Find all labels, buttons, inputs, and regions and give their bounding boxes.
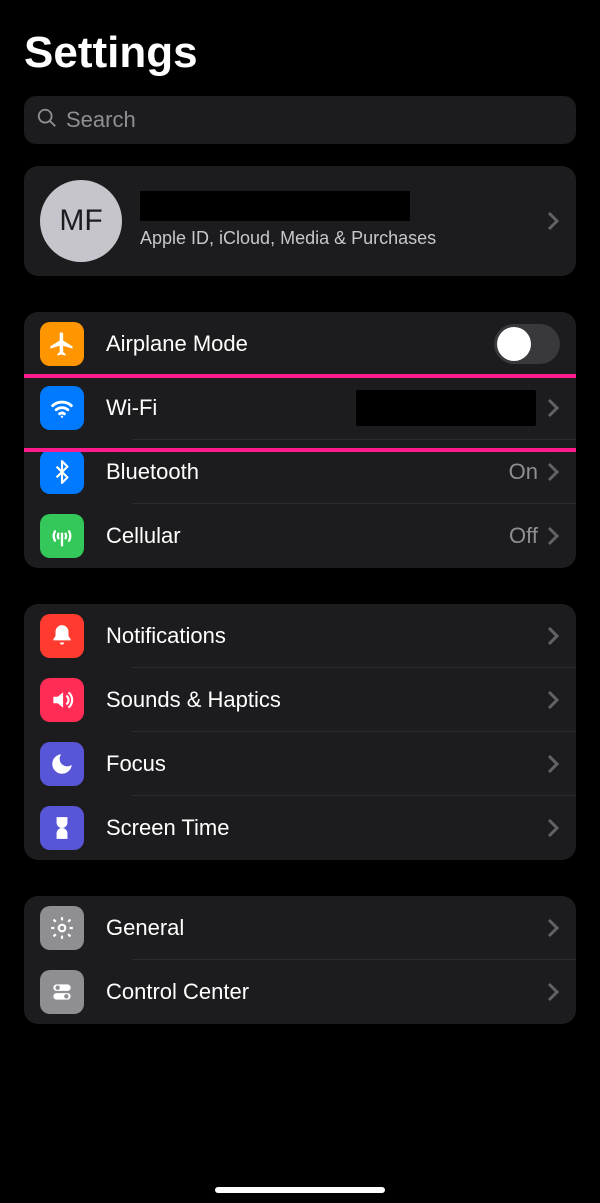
chevron-right-icon	[546, 917, 560, 939]
chevron-right-icon	[546, 689, 560, 711]
chevron-right-icon	[546, 753, 560, 775]
screentime-label: Screen Time	[106, 815, 546, 841]
search-icon	[36, 107, 58, 134]
control-center-label: Control Center	[106, 979, 546, 1005]
sounds-row[interactable]: Sounds & Haptics	[24, 668, 576, 732]
account-group: MF Apple ID, iCloud, Media & Purchases	[24, 166, 576, 276]
avatar: MF	[40, 180, 122, 262]
sounds-icon	[40, 678, 84, 722]
airplane-mode-label: Airplane Mode	[106, 331, 494, 357]
chevron-right-icon	[546, 210, 560, 232]
airplane-icon	[40, 322, 84, 366]
notifications-label: Notifications	[106, 623, 546, 649]
sounds-label: Sounds & Haptics	[106, 687, 546, 713]
chevron-right-icon	[546, 525, 560, 547]
general-icon	[40, 906, 84, 950]
control-center-icon	[40, 970, 84, 1014]
search-placeholder: Search	[66, 107, 136, 133]
airplane-mode-toggle[interactable]	[494, 324, 560, 364]
control-center-row[interactable]: Control Center	[24, 960, 576, 1024]
connectivity-group: Airplane Mode Wi-Fi Bluetooth On Cellula…	[24, 312, 576, 568]
account-subtitle: Apple ID, iCloud, Media & Purchases	[140, 227, 546, 250]
bluetooth-detail: On	[509, 459, 538, 485]
focus-label: Focus	[106, 751, 546, 777]
notifications-row[interactable]: Notifications	[24, 604, 576, 668]
chevron-right-icon	[546, 817, 560, 839]
cellular-row[interactable]: Cellular Off	[24, 504, 576, 568]
chevron-right-icon	[546, 625, 560, 647]
focus-row[interactable]: Focus	[24, 732, 576, 796]
screentime-row[interactable]: Screen Time	[24, 796, 576, 860]
cellular-icon	[40, 514, 84, 558]
bluetooth-row[interactable]: Bluetooth On	[24, 440, 576, 504]
wifi-icon	[40, 386, 84, 430]
account-name-redacted	[140, 191, 410, 221]
bluetooth-icon	[40, 450, 84, 494]
general-label: General	[106, 915, 546, 941]
home-indicator[interactable]	[215, 1187, 385, 1193]
apple-id-row[interactable]: MF Apple ID, iCloud, Media & Purchases	[24, 166, 576, 276]
wifi-label: Wi-Fi	[106, 395, 356, 421]
general-group: General Control Center	[24, 896, 576, 1024]
focus-icon	[40, 742, 84, 786]
general-row[interactable]: General	[24, 896, 576, 960]
cellular-label: Cellular	[106, 523, 509, 549]
cellular-detail: Off	[509, 523, 538, 549]
notifications-icon	[40, 614, 84, 658]
chevron-right-icon	[546, 981, 560, 1003]
page-title: Settings	[0, 0, 600, 96]
airplane-mode-row[interactable]: Airplane Mode	[24, 312, 576, 376]
wifi-row[interactable]: Wi-Fi	[24, 376, 576, 440]
bluetooth-label: Bluetooth	[106, 459, 509, 485]
notifications-group: Notifications Sounds & Haptics Focus Scr…	[24, 604, 576, 860]
search-field[interactable]: Search	[24, 96, 576, 144]
wifi-network-redacted	[356, 390, 536, 426]
screentime-icon	[40, 806, 84, 850]
chevron-right-icon	[546, 461, 560, 483]
chevron-right-icon	[546, 397, 560, 419]
